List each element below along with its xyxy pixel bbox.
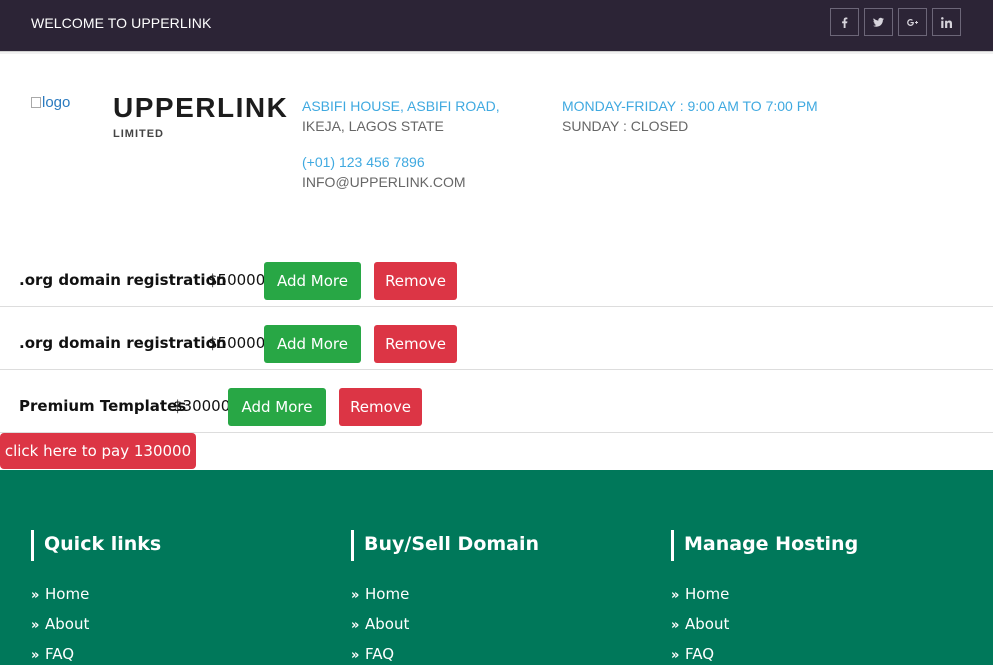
footer-link-home[interactable]: » Home (671, 584, 858, 614)
footer-column-manage-hosting: Manage Hosting » Home » About » FAQ (671, 530, 858, 665)
cart-item-row: Premium Templates $30000 Add More Remove (0, 370, 993, 433)
google-plus-icon[interactable] (898, 8, 927, 36)
footer-link-home[interactable]: » Home (31, 584, 161, 614)
facebook-icon[interactable] (830, 8, 859, 36)
double-chevron-right-icon: » (671, 648, 680, 663)
hours-sunday: SUNDAY : CLOSED (562, 118, 689, 134)
footer-column-title: Quick links (31, 530, 161, 561)
double-chevron-right-icon: » (671, 588, 680, 603)
footer: Quick links » Home » About » FAQ Buy/Sell D… (0, 470, 993, 665)
address-line-2: IKEJA, LAGOS STATE (302, 118, 444, 134)
double-chevron-right-icon: » (31, 588, 40, 603)
cart-item-row: .org domain registration $50000 Add More… (0, 244, 993, 307)
double-chevron-right-icon: » (351, 648, 360, 663)
footer-link-home[interactable]: » Home (351, 584, 539, 614)
brand-subtitle: LIMITED (113, 128, 164, 140)
item-name: .org domain registration (19, 271, 227, 289)
item-price: $50000 (208, 271, 266, 289)
add-more-button[interactable]: Add More (228, 388, 326, 426)
logo-image[interactable]: logo (31, 94, 91, 114)
linkedin-icon[interactable] (932, 8, 961, 36)
footer-link-faq[interactable]: » FAQ (671, 644, 858, 665)
footer-column-title: Manage Hosting (671, 530, 858, 561)
footer-link-faq[interactable]: » FAQ (31, 644, 161, 665)
address-line-1: ASBIFI HOUSE, ASBIFI ROAD, (302, 98, 500, 114)
address-block: ASBIFI HOUSE, ASBIFI ROAD, IKEJA, LAGOS … (302, 96, 500, 136)
hours-block: MONDAY-FRIDAY : 9:00 AM TO 7:00 PM SUNDA… (562, 96, 818, 136)
hours-weekday: MONDAY-FRIDAY : 9:00 AM TO 7:00 PM (562, 98, 818, 114)
pay-button[interactable]: click here to pay 130000 (0, 433, 196, 469)
remove-button[interactable]: Remove (374, 325, 457, 363)
social-links (830, 8, 961, 36)
cart-item-row: .org domain registration $50000 Add More… (0, 307, 993, 370)
welcome-text: WELCOME TO UPPERLINK (31, 15, 212, 31)
add-more-button[interactable]: Add More (264, 325, 361, 363)
brand-name: UPPERLINK (113, 92, 289, 123)
footer-link-about[interactable]: » About (671, 614, 858, 644)
remove-button[interactable]: Remove (339, 388, 422, 426)
double-chevron-right-icon: » (31, 648, 40, 663)
double-chevron-right-icon: » (351, 588, 360, 603)
double-chevron-right-icon: » (31, 618, 40, 633)
twitter-icon[interactable] (864, 8, 893, 36)
footer-link-about[interactable]: » About (31, 614, 161, 644)
double-chevron-right-icon: » (671, 618, 680, 633)
footer-link-faq[interactable]: » FAQ (351, 644, 539, 665)
contact-block: (+01) 123 456 7896 INFO@UPPERLINK.COM (302, 152, 466, 192)
email-address[interactable]: INFO@UPPERLINK.COM (302, 172, 466, 192)
footer-column-title: Buy/Sell Domain (351, 530, 539, 561)
phone-number[interactable]: (+01) 123 456 7896 (302, 152, 466, 172)
top-bar: WELCOME TO UPPERLINK (0, 0, 993, 51)
item-price: $30000 (173, 397, 231, 415)
item-name: Premium Templates (19, 397, 187, 415)
top-divider (0, 51, 993, 54)
footer-link-about[interactable]: » About (351, 614, 539, 644)
add-more-button[interactable]: Add More (264, 262, 361, 300)
logo-alt-text: logo (42, 94, 71, 111)
item-name: .org domain registration (19, 334, 227, 352)
item-price: $50000 (208, 334, 266, 352)
remove-button[interactable]: Remove (374, 262, 457, 300)
footer-column-buy-sell-domain: Buy/Sell Domain » Home » About » FAQ (351, 530, 539, 665)
footer-column-quick-links: Quick links » Home » About » FAQ (31, 530, 161, 665)
broken-image-icon (31, 97, 41, 108)
double-chevron-right-icon: » (351, 618, 360, 633)
